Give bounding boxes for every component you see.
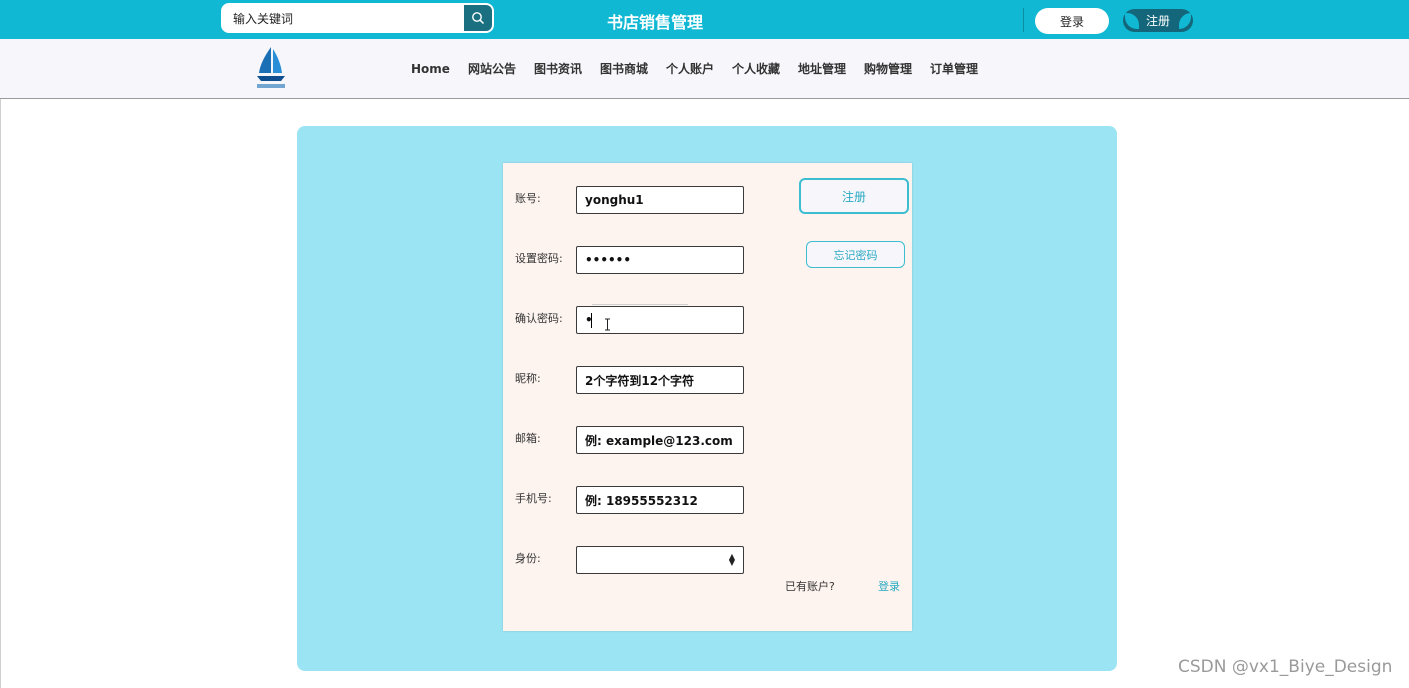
search-box xyxy=(221,3,494,33)
phone-label: 手机号: xyxy=(515,492,552,505)
account-label: 账号: xyxy=(515,192,541,205)
role-select[interactable]: ▲ ▼ xyxy=(576,546,744,574)
confirm-password-label: 确认密码: xyxy=(515,312,563,325)
text-cursor-icon xyxy=(605,318,610,331)
nav-item-announcements[interactable]: 网站公告 xyxy=(461,61,523,77)
search-input[interactable] xyxy=(225,7,465,29)
email-input[interactable] xyxy=(576,426,744,454)
password-input[interactable] xyxy=(576,246,744,274)
autocomplete-hint-line xyxy=(592,304,688,305)
leaf-decoration-right xyxy=(1179,13,1191,29)
header-divider xyxy=(1023,8,1024,32)
top-bar: 书店销售管理 登录 注册 xyxy=(0,0,1409,39)
account-input[interactable] xyxy=(576,186,744,214)
register-button[interactable]: 注册 xyxy=(799,178,909,214)
header-login-button[interactable]: 登录 xyxy=(1035,8,1109,34)
nav-item-orders[interactable]: 订单管理 xyxy=(923,61,985,77)
site-title: 书店销售管理 xyxy=(606,13,703,32)
leaf-decoration-left xyxy=(1125,13,1139,29)
nav-item-address[interactable]: 地址管理 xyxy=(791,61,853,77)
header-register-label: 注册 xyxy=(1145,14,1170,28)
nav-item-home[interactable]: Home xyxy=(404,61,457,77)
nav-item-book-store[interactable]: 图书商城 xyxy=(593,61,655,77)
nav-item-account[interactable]: 个人账户 xyxy=(659,61,721,77)
confirm-password-input[interactable] xyxy=(576,306,744,334)
nav-item-book-news[interactable]: 图书资讯 xyxy=(527,61,589,77)
text-caret xyxy=(591,313,592,328)
nickname-label: 昵称: xyxy=(515,372,541,385)
nav-item-cart[interactable]: 购物管理 xyxy=(857,61,919,77)
watermark: CSDN @vx1_Biye_Design xyxy=(1178,657,1393,677)
nickname-input[interactable] xyxy=(576,366,744,394)
has-account-text: 已有账户? xyxy=(785,580,835,593)
select-arrows-icon: ▲ ▼ xyxy=(728,552,735,567)
header-register-button[interactable]: 注册 xyxy=(1121,7,1195,34)
search-icon xyxy=(472,12,485,25)
sailboat-logo-icon[interactable] xyxy=(254,45,288,91)
search-button[interactable] xyxy=(464,5,492,31)
forgot-password-button[interactable]: 忘记密码 xyxy=(806,241,905,268)
phone-input[interactable] xyxy=(576,486,744,514)
page-border xyxy=(0,99,1,688)
email-label: 邮箱: xyxy=(515,432,541,445)
nav-item-favorites[interactable]: 个人收藏 xyxy=(725,61,787,77)
role-label: 身份: xyxy=(515,552,541,565)
main-nav: Home 网站公告 图书资讯 图书商城 个人账户 个人收藏 地址管理 购物管理 … xyxy=(404,61,989,77)
password-label: 设置密码: xyxy=(515,252,563,265)
login-link[interactable]: 登录 xyxy=(878,578,900,594)
